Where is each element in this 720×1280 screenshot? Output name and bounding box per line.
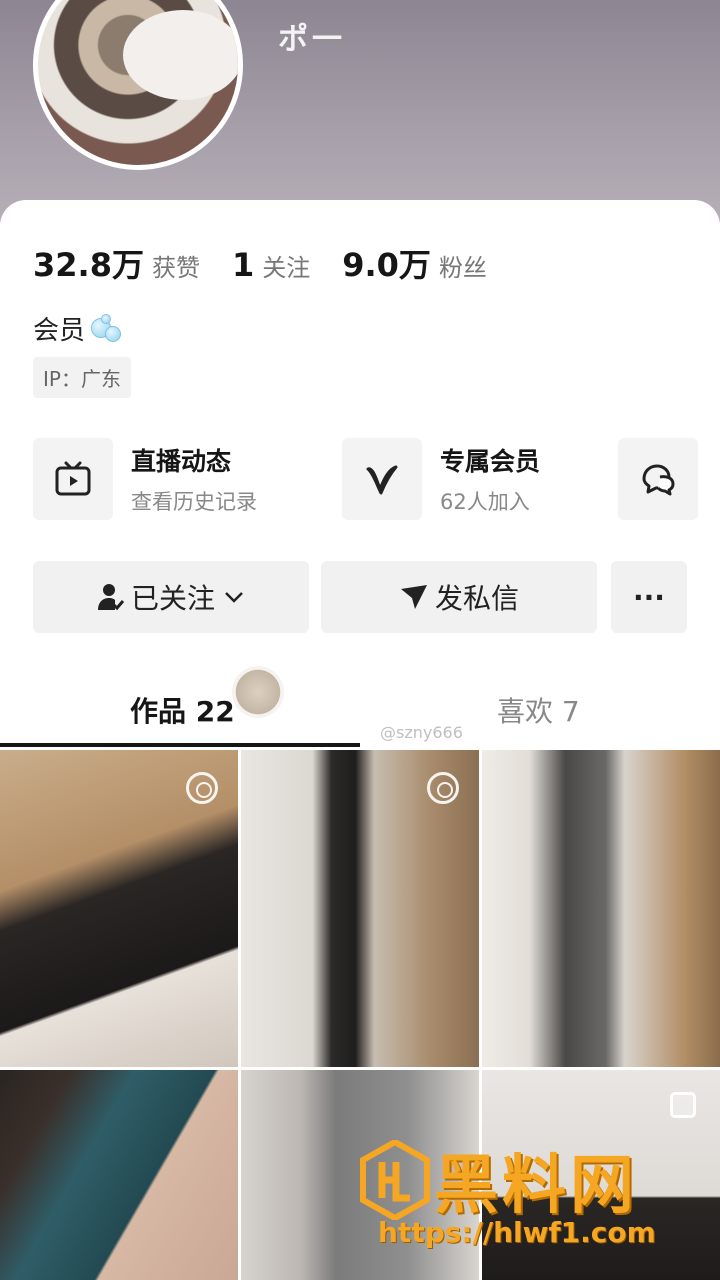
chat-bubbles-icon <box>618 438 698 520</box>
stat-following-value: 1 <box>231 246 255 284</box>
site-watermark: 黑料网 https://hlwf1.com <box>360 1140 690 1250</box>
stats-row: 32.8万 获赞 1 关注 9.0万 粉丝 <box>33 240 519 286</box>
content-tabs: 作品 22 喜欢 7 @szny666 <box>0 660 720 750</box>
feature-row: 直播动态 查看历史记录 专属会员 62人加入 <box>33 438 720 520</box>
video-thumbnail[interactable] <box>241 750 479 1067</box>
video-thumbnail[interactable] <box>0 1070 238 1280</box>
action-buttons: 已关注 发私信 ··· <box>33 561 693 633</box>
floating-avatar <box>232 666 284 718</box>
member-label: 会员 <box>33 316 86 346</box>
bubbles-icon <box>89 313 123 344</box>
multi-image-icon <box>670 1092 696 1118</box>
live-ring-icon <box>186 772 218 804</box>
video-watermark-user: @szny666 <box>380 723 463 742</box>
video-thumbnail[interactable] <box>0 750 238 1067</box>
feature-group-chat[interactable] <box>618 438 698 520</box>
feature-member-title: 专属会员 <box>440 447 541 476</box>
v-logo-icon <box>342 438 422 520</box>
send-message-label: 发私信 <box>434 582 519 615</box>
feature-exclusive-member[interactable]: 专属会员 62人加入 <box>342 438 540 520</box>
stat-followers-value: 9.0万 <box>342 246 431 284</box>
stat-likes-label: 获赞 <box>151 254 200 282</box>
tab-works-underline <box>0 743 360 747</box>
stat-likes-value: 32.8万 <box>33 246 144 284</box>
send-message-button[interactable]: 发私信 <box>321 561 597 633</box>
avatar-image-detail <box>123 10 238 100</box>
hl-logo-icon <box>360 1140 430 1220</box>
stat-following[interactable]: 1 关注 <box>232 246 310 284</box>
more-button[interactable]: ··· <box>611 561 687 633</box>
live-ring-icon <box>427 772 459 804</box>
chevron-down-icon <box>225 592 243 603</box>
stat-followers[interactable]: 9.0万 粉丝 <box>342 240 487 286</box>
feature-live-title: 直播动态 <box>131 447 232 476</box>
user-check-icon <box>97 584 125 611</box>
avatar[interactable] <box>33 0 243 170</box>
feature-member-subtitle: 62人加入 <box>440 490 530 514</box>
watermark-url: https://hlwf1.com <box>378 1216 656 1249</box>
feature-live-history[interactable]: 直播动态 查看历史记录 <box>33 438 257 520</box>
more-icon: ··· <box>633 580 665 614</box>
stat-following-label: 关注 <box>262 254 311 282</box>
stat-followers-label: 粉丝 <box>438 254 487 282</box>
feature-live-subtitle: 查看历史记录 <box>131 490 257 514</box>
stat-likes[interactable]: 32.8万 获赞 <box>33 240 200 286</box>
profile-name: ポ一 <box>278 22 346 57</box>
ip-location-badge: IP：广东 <box>33 357 131 398</box>
tv-icon <box>33 438 113 520</box>
watermark-brand-name: 黑料网 <box>434 1149 638 1223</box>
tab-works[interactable]: 作品 22 <box>130 690 235 730</box>
send-icon <box>400 585 427 609</box>
followed-button[interactable]: 已关注 <box>33 561 309 633</box>
member-line: 会员 <box>33 310 123 347</box>
video-thumbnail[interactable] <box>482 750 720 1067</box>
followed-label: 已关注 <box>130 582 215 615</box>
tab-likes[interactable]: 喜欢 7 <box>497 690 580 730</box>
